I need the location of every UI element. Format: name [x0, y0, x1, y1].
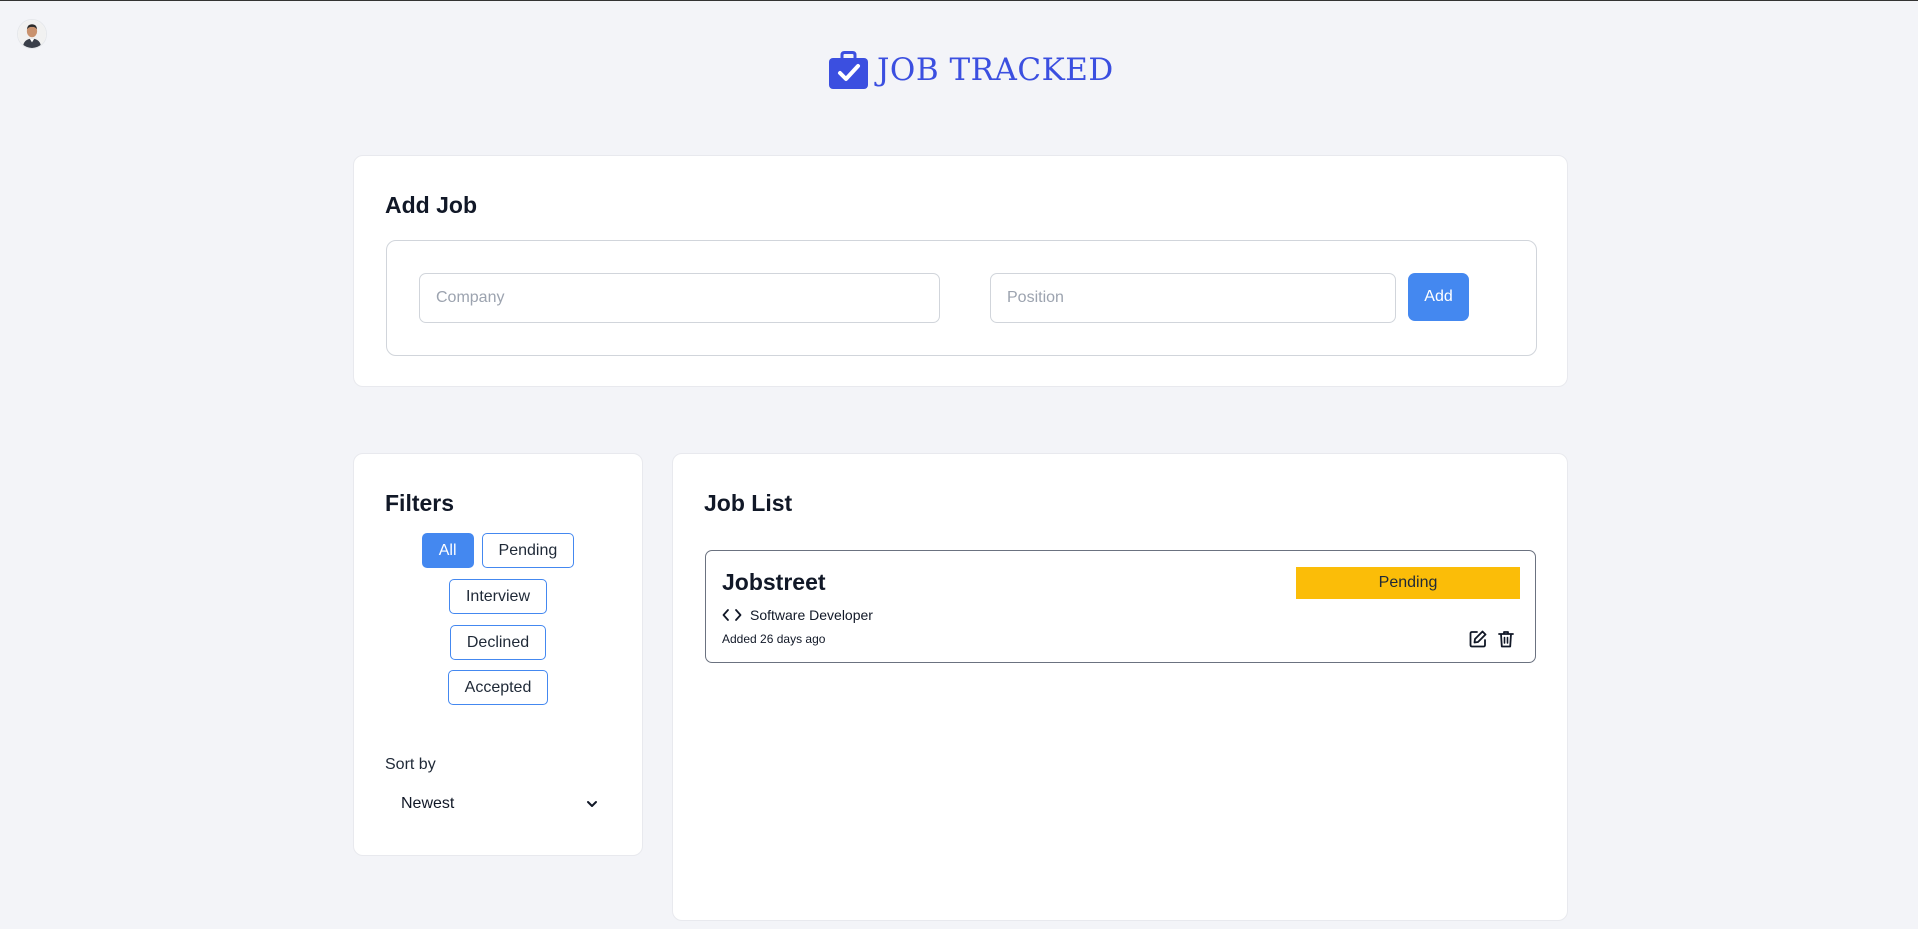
filter-row: Accepted — [354, 670, 642, 705]
edit-icon — [1469, 630, 1487, 648]
chevron-down-icon — [587, 801, 597, 807]
filter-interview-button[interactable]: Interview — [448, 579, 548, 614]
delete-job-button[interactable] — [1496, 629, 1516, 649]
sort-label: Sort by — [385, 756, 436, 773]
filter-row: Interview — [354, 579, 642, 614]
add-job-form: Add — [386, 240, 1537, 356]
sort-select[interactable]: Newest — [385, 784, 615, 824]
job-company: Jobstreet — [722, 569, 826, 595]
company-input[interactable] — [419, 273, 940, 323]
job-position-row: Software Developer — [722, 607, 873, 623]
add-job-button[interactable]: Add — [1408, 273, 1469, 321]
job-item: Jobstreet Software Developer Added 26 da… — [705, 550, 1536, 663]
app-title: JOB TRACKED — [877, 52, 1114, 88]
user-avatar[interactable] — [17, 19, 47, 49]
job-added-time: Added 26 days ago — [722, 632, 826, 646]
sort-value: Newest — [401, 795, 455, 812]
position-input[interactable] — [990, 273, 1396, 323]
filter-all-button[interactable]: All — [421, 533, 474, 568]
filter-pending-button[interactable]: Pending — [481, 533, 575, 568]
filter-row: All Pending — [354, 533, 642, 568]
app-logo[interactable]: JOB TRACKED — [828, 49, 1114, 91]
avatar-icon — [18, 20, 46, 48]
briefcase-check-icon — [829, 50, 868, 89]
add-job-card: Add Job Add — [353, 155, 1568, 387]
add-job-title: Add Job — [385, 192, 477, 218]
trash-icon — [1498, 631, 1514, 648]
code-icon — [722, 609, 742, 621]
edit-job-button[interactable] — [1468, 629, 1488, 649]
job-position: Software Developer — [750, 607, 873, 623]
filter-row: Declined — [354, 625, 642, 660]
filter-declined-button[interactable]: Declined — [449, 625, 547, 660]
filters-card: Filters All Pending Interview Declined A… — [353, 453, 643, 856]
job-list-title: Job List — [704, 490, 793, 516]
status-badge[interactable]: Pending — [1296, 567, 1520, 599]
filter-accepted-button[interactable]: Accepted — [447, 670, 549, 705]
filters-title: Filters — [385, 490, 455, 516]
job-list-card: Job List Jobstreet Software Developer Ad… — [672, 453, 1568, 921]
